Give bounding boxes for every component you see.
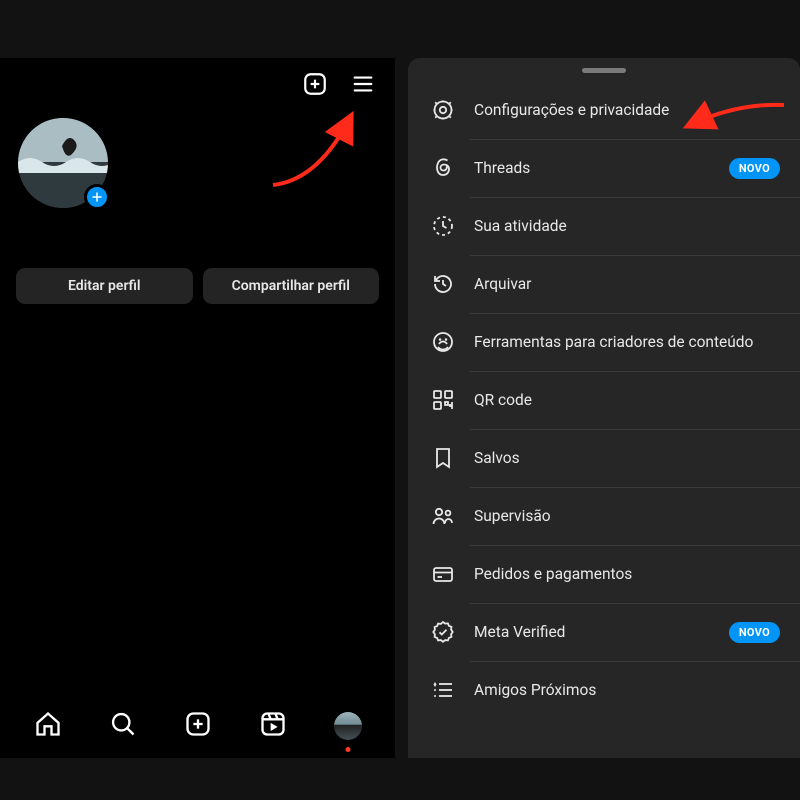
nav-reels[interactable]	[253, 706, 293, 746]
menu-item-saved[interactable]: Salvos	[408, 429, 800, 487]
profile-action-row: Editar perfil Compartilhar perfil	[0, 208, 395, 304]
menu-item-meta-verified[interactable]: Meta Verified NOVO	[408, 603, 800, 661]
profile-screen: Editar perfil Compartilhar perfil	[0, 58, 395, 758]
menu-label: Threads	[474, 159, 711, 177]
new-badge: NOVO	[729, 158, 780, 179]
menu-item-settings-privacy[interactable]: Configurações e privacidade	[408, 81, 800, 139]
menu-label: Meta Verified	[474, 623, 711, 641]
clock-icon	[430, 213, 456, 239]
menu-label: Sua atividade	[474, 217, 780, 235]
bottom-nav	[0, 706, 395, 746]
verified-icon	[430, 619, 456, 645]
profile-avatar[interactable]	[18, 118, 108, 208]
menu-item-creator-tools[interactable]: Ferramentas para criadores de conteúdo	[408, 313, 800, 371]
menu-item-supervision[interactable]: Supervisão	[408, 487, 800, 545]
menu-label: Pedidos e pagamentos	[474, 565, 780, 583]
card-icon	[430, 561, 456, 587]
supervision-icon	[430, 503, 456, 529]
menu-item-orders-payments[interactable]: Pedidos e pagamentos	[408, 545, 800, 603]
menu-label: Arquivar	[474, 275, 780, 293]
create-post-button[interactable]	[301, 72, 329, 100]
qr-icon	[430, 387, 456, 413]
plus-square-icon	[302, 71, 328, 101]
nav-create[interactable]	[178, 706, 218, 746]
plus-square-icon	[184, 710, 212, 742]
menu-item-threads[interactable]: Threads NOVO	[408, 139, 800, 197]
avatar-icon	[334, 712, 362, 740]
notification-dot	[345, 747, 350, 752]
history-icon	[430, 271, 456, 297]
edit-profile-button[interactable]: Editar perfil	[16, 268, 193, 304]
bookmark-icon	[430, 445, 456, 471]
nav-home[interactable]	[28, 706, 68, 746]
threads-icon	[430, 155, 456, 181]
closefriends-icon	[430, 677, 456, 703]
sheet-handle[interactable]	[582, 68, 626, 73]
gear-icon	[430, 97, 456, 123]
menu-label: Configurações e privacidade	[474, 101, 780, 119]
menu-label: Amigos Próximos	[474, 681, 780, 699]
menu-list: Configurações e privacidade Threads NOVO…	[408, 81, 800, 719]
share-profile-button[interactable]: Compartilhar perfil	[203, 268, 380, 304]
new-badge: NOVO	[729, 622, 780, 643]
search-icon	[109, 710, 137, 742]
plus-icon	[91, 188, 103, 207]
menu-item-qr-code[interactable]: QR code	[408, 371, 800, 429]
menu-label: QR code	[474, 391, 780, 409]
nav-profile[interactable]	[328, 706, 368, 746]
add-story-button[interactable]	[84, 184, 110, 210]
hamburger-menu-button[interactable]	[349, 72, 377, 100]
menu-label: Ferramentas para criadores de conteúdo	[474, 333, 780, 351]
menu-icon	[350, 73, 376, 99]
profile-top-bar	[0, 58, 395, 108]
menu-item-activity[interactable]: Sua atividade	[408, 197, 800, 255]
menu-item-archive[interactable]: Arquivar	[408, 255, 800, 313]
reels-icon	[259, 710, 287, 742]
menu-label: Salvos	[474, 449, 780, 467]
menu-label: Supervisão	[474, 507, 780, 525]
nav-search[interactable]	[103, 706, 143, 746]
home-icon	[34, 710, 62, 742]
settings-sheet: Configurações e privacidade Threads NOVO…	[408, 58, 800, 758]
creator-icon	[430, 329, 456, 355]
menu-item-close-friends[interactable]: Amigos Próximos	[408, 661, 800, 719]
